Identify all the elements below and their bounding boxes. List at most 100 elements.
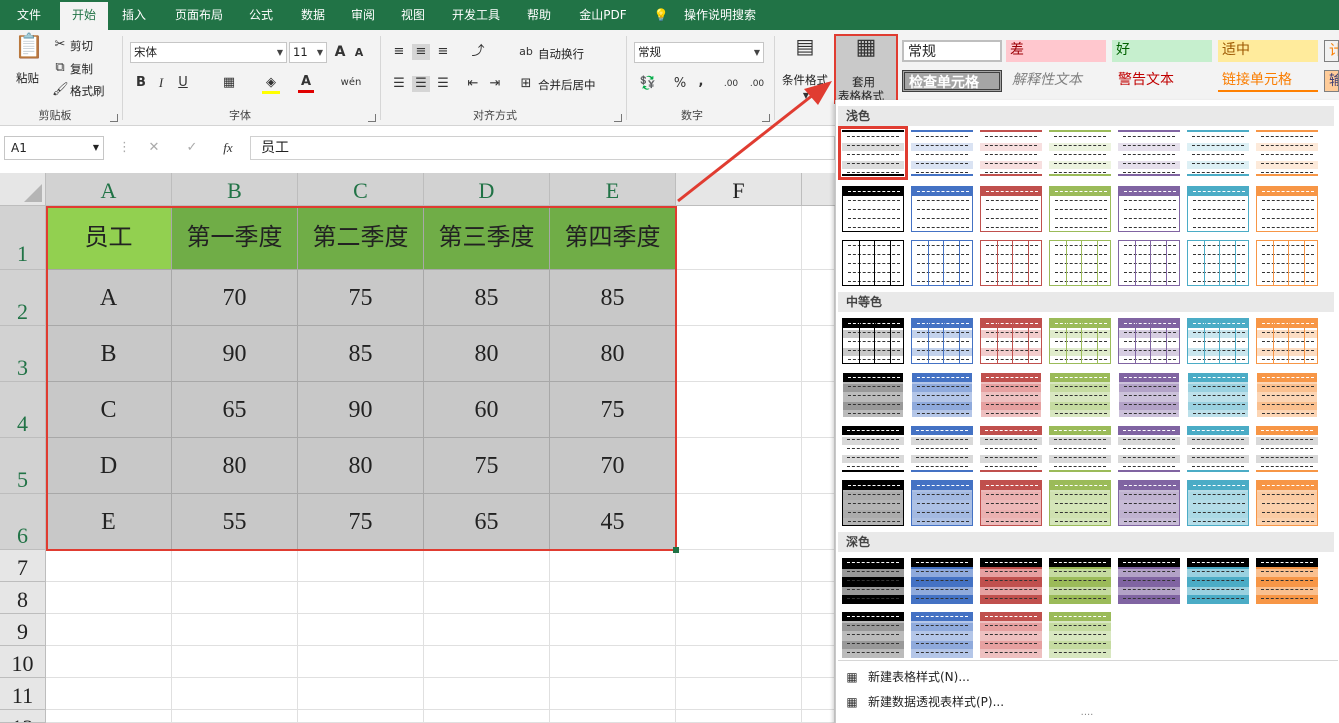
table-cell[interactable]: 85: [298, 326, 424, 382]
row-header-1[interactable]: 1: [0, 206, 46, 270]
tab-help[interactable]: 帮助: [516, 0, 562, 30]
wrap-text-button[interactable]: 自动换行: [538, 46, 584, 62]
empty-cell[interactable]: [676, 582, 802, 614]
table-style-thumbnail[interactable]: [911, 426, 973, 472]
table-style-thumbnail[interactable]: [842, 426, 904, 472]
worksheet-grid[interactable]: A B C D E F 1 2 3 4 5 6 7 8 9 10 11 12 员…: [0, 81, 835, 723]
borders-icon[interactable]: ▦: [220, 75, 238, 91]
align-top-icon[interactable]: ≡: [390, 44, 408, 60]
cell-a1[interactable]: 员工: [46, 206, 172, 270]
empty-cell[interactable]: [676, 710, 802, 723]
table-cell[interactable]: 75: [424, 438, 550, 494]
table-cell[interactable]: 90: [298, 382, 424, 438]
font-size-select[interactable]: 11 ▼: [289, 42, 327, 63]
table-style-thumbnail[interactable]: [1256, 318, 1318, 364]
empty-cell[interactable]: [550, 678, 676, 710]
alignment-launcher-icon[interactable]: [614, 114, 622, 122]
empty-cell[interactable]: [172, 710, 298, 723]
merge-center-button[interactable]: 合并后居中: [538, 77, 596, 93]
empty-cell[interactable]: [550, 710, 676, 723]
number-format-select[interactable]: 常规 ▼: [634, 42, 764, 63]
table-style-thumbnail[interactable]: [1256, 240, 1318, 286]
table-style-thumbnail[interactable]: [980, 318, 1042, 364]
cell-style-bad[interactable]: 差: [1006, 40, 1106, 62]
empty-cell[interactable]: [676, 206, 802, 270]
table-style-thumbnail[interactable]: [1049, 130, 1111, 176]
align-left-icon[interactable]: ☰: [390, 76, 408, 92]
row-header-10[interactable]: 10: [0, 646, 46, 678]
cut-button[interactable]: 剪切: [70, 38, 93, 54]
paste-icon[interactable]: 📋: [14, 34, 44, 68]
table-style-thumbnail[interactable]: [1187, 318, 1249, 364]
cell-b1[interactable]: 第一季度: [172, 206, 298, 270]
table-style-thumbnail[interactable]: [1118, 318, 1180, 364]
empty-cell[interactable]: [172, 678, 298, 710]
table-cell[interactable]: 80: [298, 438, 424, 494]
empty-cell[interactable]: [676, 270, 802, 326]
row-header-12[interactable]: 12: [0, 710, 46, 723]
align-right-icon[interactable]: ☰: [434, 76, 452, 92]
cell-d1[interactable]: 第三季度: [424, 206, 550, 270]
table-style-thumbnail[interactable]: [1187, 186, 1249, 232]
row-header-2[interactable]: 2: [0, 270, 46, 326]
increase-indent-icon[interactable]: ⇥: [486, 76, 504, 92]
column-header-e[interactable]: E: [550, 173, 676, 206]
table-style-thumbnail[interactable]: [1118, 240, 1180, 286]
table-style-thumbnail[interactable]: [1049, 480, 1111, 526]
resize-grip[interactable]: ····: [1072, 710, 1102, 721]
empty-cell[interactable]: [676, 678, 802, 710]
table-style-thumbnail[interactable]: [1118, 426, 1180, 472]
tab-formulas[interactable]: 公式: [238, 0, 284, 30]
cell-e1[interactable]: 第四季度: [550, 206, 676, 270]
table-cell[interactable]: 65: [172, 382, 298, 438]
empty-cell[interactable]: [802, 710, 835, 723]
table-style-thumbnail[interactable]: [1049, 318, 1111, 364]
tab-wps-pdf[interactable]: 金山PDF: [570, 0, 636, 30]
table-style-thumbnail[interactable]: [980, 186, 1042, 232]
table-cell[interactable]: C: [46, 382, 172, 438]
row-header-4[interactable]: 4: [0, 382, 46, 438]
empty-cell[interactable]: [46, 582, 172, 614]
empty-cell[interactable]: [172, 550, 298, 582]
column-header-b[interactable]: B: [172, 173, 298, 206]
empty-cell[interactable]: [802, 438, 835, 494]
tab-data[interactable]: 数据: [290, 0, 336, 30]
empty-cell[interactable]: [424, 614, 550, 646]
table-cell[interactable]: 70: [172, 270, 298, 326]
table-cell[interactable]: D: [46, 438, 172, 494]
row-header-11[interactable]: 11: [0, 678, 46, 710]
confirm-icon[interactable]: ✓: [184, 140, 200, 156]
table-cell[interactable]: 75: [298, 270, 424, 326]
table-style-thumbnail[interactable]: [838, 126, 908, 180]
table-cell[interactable]: 75: [298, 494, 424, 550]
table-style-thumbnail[interactable]: [911, 612, 973, 658]
empty-cell[interactable]: [46, 646, 172, 678]
table-cell[interactable]: E: [46, 494, 172, 550]
cell-style-input[interactable]: 输: [1324, 70, 1339, 92]
table-style-thumbnail[interactable]: [1118, 372, 1180, 418]
table-style-thumbnail[interactable]: [1049, 426, 1111, 472]
font-name-select[interactable]: 宋体 ▼: [130, 42, 287, 63]
empty-cell[interactable]: [172, 614, 298, 646]
cell-c1[interactable]: 第二季度: [298, 206, 424, 270]
empty-cell[interactable]: [676, 382, 802, 438]
empty-cell[interactable]: [802, 494, 835, 550]
empty-cell[interactable]: [46, 550, 172, 582]
table-cell[interactable]: 80: [424, 326, 550, 382]
tab-page-layout[interactable]: 页面布局: [164, 0, 234, 30]
row-header-3[interactable]: 3: [0, 326, 46, 382]
table-style-thumbnail[interactable]: [1118, 130, 1180, 176]
empty-cell[interactable]: [802, 382, 835, 438]
column-header-a[interactable]: A: [46, 173, 172, 206]
tab-file[interactable]: 文件: [0, 0, 58, 30]
italic-button[interactable]: I: [154, 75, 168, 91]
table-cell[interactable]: A: [46, 270, 172, 326]
tab-developer[interactable]: 开发工具: [444, 0, 508, 30]
table-cell[interactable]: B: [46, 326, 172, 382]
table-cell[interactable]: 80: [172, 438, 298, 494]
table-style-thumbnail[interactable]: [980, 240, 1042, 286]
table-cell[interactable]: 85: [424, 270, 550, 326]
empty-cell[interactable]: [424, 710, 550, 723]
phonetic-icon[interactable]: wén: [340, 75, 362, 91]
empty-cell[interactable]: [550, 646, 676, 678]
